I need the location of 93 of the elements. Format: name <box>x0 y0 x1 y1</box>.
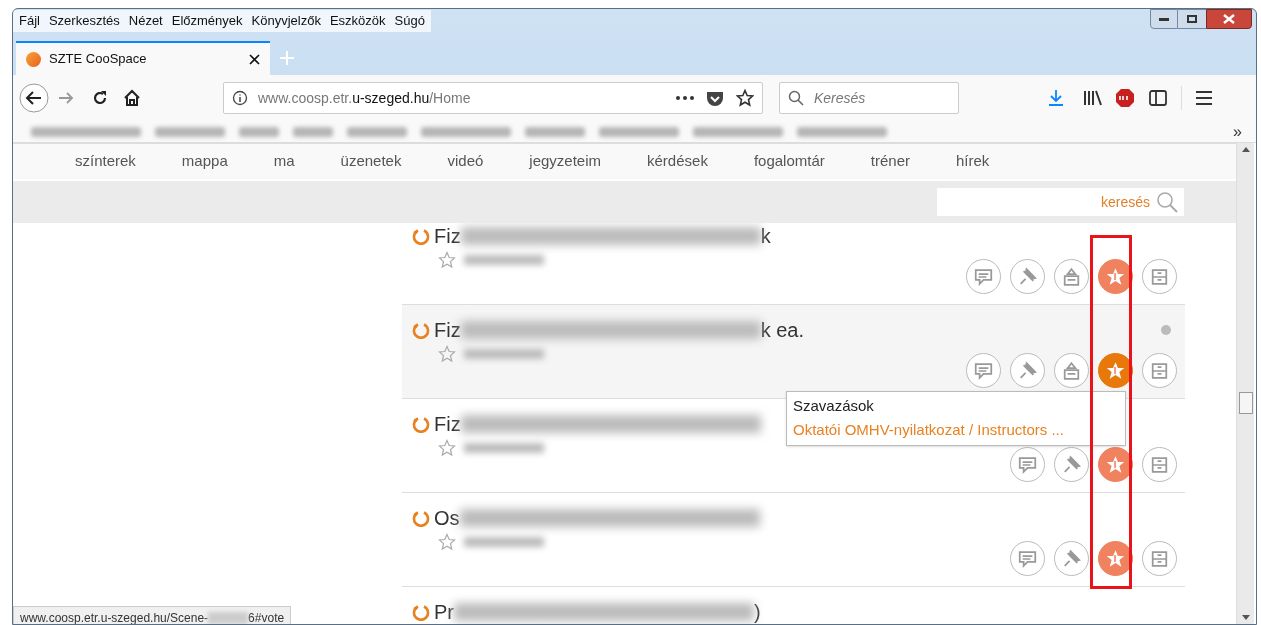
row-title[interactable]: Os <box>434 505 460 531</box>
menu-item[interactable]: Fájl <box>19 11 40 31</box>
pin-button[interactable] <box>1010 353 1045 388</box>
cabinet-button[interactable] <box>1142 353 1177 388</box>
home-icon[interactable] <box>123 89 141 107</box>
status-url: 6#vote <box>248 610 285 624</box>
messages-button[interactable] <box>966 259 1001 294</box>
site-search-placeholder: keresés <box>1100 192 1150 212</box>
blurred-bookmark[interactable] <box>797 126 887 137</box>
more-icon[interactable] <box>676 96 694 100</box>
download-icon[interactable] <box>1047 89 1065 107</box>
nav-link[interactable]: kérdések <box>647 150 708 173</box>
pin-button[interactable] <box>1010 259 1045 294</box>
star-outline-icon[interactable] <box>438 251 456 269</box>
blurred-bookmark[interactable] <box>525 126 585 137</box>
row-title[interactable]: ) <box>754 599 761 624</box>
row-title[interactable]: Pr <box>434 599 454 624</box>
close-button[interactable] <box>1206 9 1252 29</box>
scroll-down-icon[interactable] <box>1241 615 1250 620</box>
reload-icon[interactable] <box>91 89 109 107</box>
pocket-icon[interactable] <box>706 89 724 107</box>
menu-icon[interactable] <box>1196 91 1212 105</box>
menu-item[interactable]: Nézet <box>128 11 163 31</box>
row-title[interactable]: Fiz <box>434 223 461 249</box>
circular-arrow-icon <box>412 415 430 433</box>
back-icon[interactable] <box>19 83 49 113</box>
maximize-button[interactable] <box>1178 9 1206 29</box>
blurred-bookmark[interactable] <box>239 126 279 137</box>
circular-arrow-icon <box>412 603 430 621</box>
nav-link[interactable]: hírek <box>955 150 990 173</box>
minimize-button[interactable] <box>1150 9 1178 29</box>
nav-link[interactable]: jegyzeteim <box>529 150 602 173</box>
search-icon <box>1156 191 1178 213</box>
nav-link[interactable]: videó <box>447 150 484 173</box>
scrollbar[interactable] <box>1236 143 1254 624</box>
adblock-icon[interactable] <box>1115 88 1135 108</box>
blurred-bookmark[interactable] <box>693 126 783 137</box>
menu-item[interactable]: Eszközök <box>329 11 386 31</box>
star-outline-icon[interactable] <box>438 439 456 457</box>
star-outline-icon[interactable] <box>438 533 456 551</box>
url-text: www.coosp.etr.u-szeged.hu/Home <box>258 88 472 108</box>
menu-item[interactable]: Súgó <box>394 11 425 31</box>
pin-button[interactable] <box>1054 541 1089 576</box>
library-icon[interactable] <box>1083 89 1103 107</box>
search-field[interactable]: Keresés <box>779 82 959 114</box>
browser-tab[interactable]: SZTE CooSpace <box>16 41 270 75</box>
close-tab-icon[interactable] <box>249 53 260 65</box>
bookmark-star-icon[interactable] <box>736 89 754 107</box>
circular-arrow-icon <box>412 321 430 339</box>
menu-item[interactable]: Szerkesztés <box>48 11 120 31</box>
blurred-bookmark[interactable] <box>347 126 407 137</box>
site-favicon <box>26 51 41 67</box>
cabinet-button[interactable] <box>1142 259 1177 294</box>
close-icon <box>1223 14 1235 24</box>
archive-button[interactable] <box>1054 259 1089 294</box>
messages-button[interactable] <box>1010 447 1045 482</box>
address-bar[interactable]: www.coosp.etr.u-szeged.hu/Home <box>223 82 763 114</box>
info-icon[interactable] <box>232 90 248 106</box>
scroll-up-icon[interactable] <box>1241 147 1250 152</box>
blurred-bookmark[interactable] <box>421 126 511 137</box>
nav-link[interactable]: ma <box>273 150 295 173</box>
nav-link[interactable]: tréner <box>870 150 910 173</box>
menu-item[interactable]: Könyvjelzők <box>251 11 321 31</box>
row-title[interactable]: k <box>760 223 771 249</box>
cabinet-button[interactable] <box>1142 447 1177 482</box>
menu-item[interactable]: Előzmények <box>171 11 243 31</box>
row-title[interactable]: Fiz <box>434 317 461 343</box>
row-title[interactable]: k ea. <box>760 317 805 343</box>
nav-link[interactable]: mappa <box>181 150 228 173</box>
blurred-bookmark[interactable] <box>31 126 141 137</box>
blurred-bookmark[interactable] <box>599 126 679 137</box>
scrollbar-thumb[interactable] <box>1238 392 1253 414</box>
status-url: www.coosp.etr.u-szeged.hu/Scene- <box>20 610 209 624</box>
circular-arrow-icon <box>412 509 430 527</box>
star-outline-icon[interactable] <box>438 345 456 363</box>
row-title[interactable]: Fiz <box>434 411 461 437</box>
nav-link[interactable]: üzenetek <box>340 150 402 173</box>
circular-arrow-icon <box>412 227 430 245</box>
nav-link[interactable]: színterek <box>75 150 136 173</box>
search-icon <box>788 90 804 106</box>
pin-button[interactable] <box>1054 447 1089 482</box>
sidebar-icon[interactable] <box>1149 90 1167 106</box>
nav-link[interactable]: fogalomtár <box>753 150 825 173</box>
tab-title: SZTE CooSpace <box>49 50 148 69</box>
tooltip-title: Szavazások <box>793 396 875 416</box>
blurred-bookmark[interactable] <box>293 126 333 137</box>
messages-button[interactable] <box>966 353 1001 388</box>
blurred-bookmark[interactable] <box>155 126 225 137</box>
overflow-chevron[interactable]: » <box>1233 119 1242 144</box>
messages-button[interactable] <box>1010 541 1045 576</box>
list-row[interactable]: Fiz k ea. <box>402 305 1185 399</box>
cabinet-button[interactable] <box>1142 541 1177 576</box>
archive-button[interactable] <box>1054 353 1089 388</box>
